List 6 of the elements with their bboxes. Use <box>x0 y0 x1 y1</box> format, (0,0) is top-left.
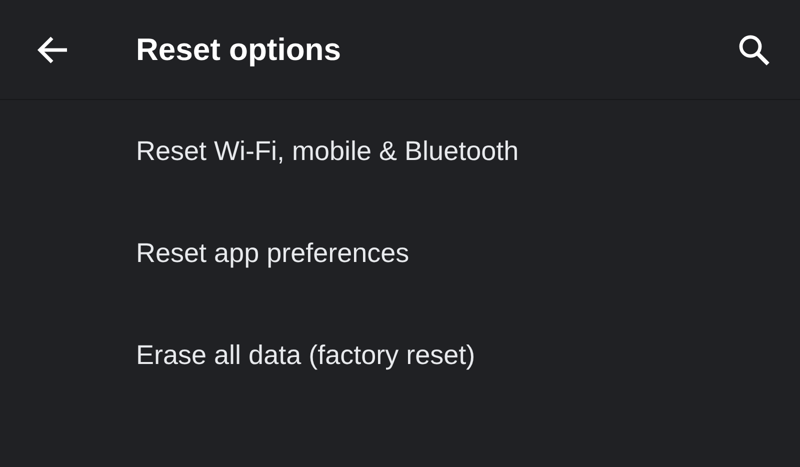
screen-title: Reset options <box>136 32 342 68</box>
menu-item[interactable]: Erase all data (factory reset) <box>136 340 476 370</box>
search-icon[interactable] <box>738 34 770 66</box>
back-arrow-icon[interactable] <box>37 36 69 64</box>
menu-item[interactable]: Reset Wi-Fi, mobile & Bluetooth <box>136 136 519 166</box>
menu-item[interactable]: Reset app preferences <box>136 238 410 268</box>
